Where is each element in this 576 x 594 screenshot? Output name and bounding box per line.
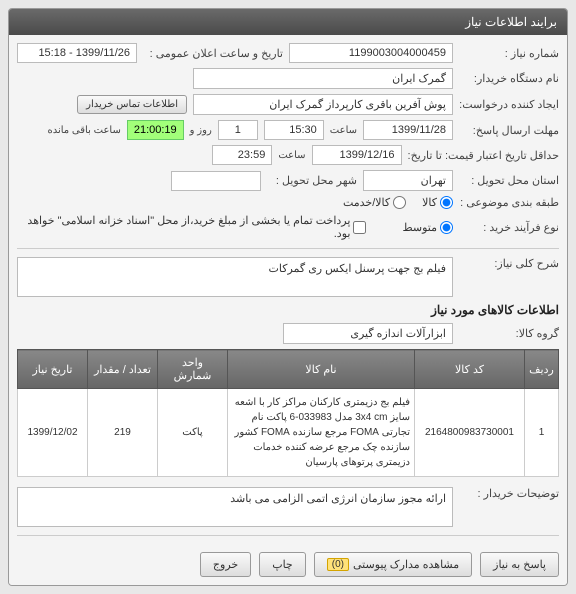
radio-medium[interactable]: متوسط [402,221,453,234]
th-code: کد کالا [415,350,525,389]
td-row: 1 [525,389,559,477]
radio-goods-input[interactable] [440,196,453,209]
exit-button-label: خروج [213,558,238,571]
buyer-org-field: گمرک ایران [193,68,453,89]
deliver-city-field [171,171,261,191]
deliver-prov-field: تهران [363,170,453,191]
validity-time-field: 23:59 [212,145,272,165]
budget-label: طبقه بندی موضوعی : [459,196,559,209]
th-date: تاریخ نیاز [18,350,88,389]
radio-medium-label: متوسط [402,221,437,234]
items-table: ردیف کد کالا نام کالا واحد شمارش تعداد /… [17,349,559,477]
checkbox-paynote-label: پرداخت تمام یا بخشی از مبلغ خرید،از محل … [27,214,350,240]
footer-buttons: پاسخ به نیاز مشاهده مدارک پیوستی (0) چاپ… [17,544,559,577]
buyer-notes-textarea[interactable]: ارائه مجوز سازمان انرژی اتمی الزامی می ب… [17,487,453,527]
validity-label: حداقل تاریخ اعتبار قیمت: تا تاریخ: [408,149,559,162]
td-code: 2164800983730001 [415,389,525,477]
checkbox-paynote[interactable]: پرداخت تمام یا بخشی از مبلغ خرید،از محل … [27,214,366,240]
main-panel: برایند اطلاعات نیاز شماره نیاز : 1199003… [8,8,568,586]
announce-field: 1399/11/26 - 15:18 [17,43,137,63]
days-remain-field: 1 [218,120,258,140]
buyer-org-label: نام دستگاه خریدار: [459,72,559,85]
radio-goods-label: کالا [422,196,437,209]
countdown-timer: 21:00:19 [127,120,184,140]
validity-date-field: 1399/12/16 [312,145,402,165]
buyer-notes-label: توضیحات خریدار : [459,487,559,500]
attachments-count-badge: (0) [327,558,349,571]
table-header-row: ردیف کد کالا نام کالا واحد شمارش تعداد /… [18,350,559,389]
td-qty: 219 [88,389,158,477]
time-label-1: ساعت [330,125,357,136]
deadline-date-field: 1399/11/28 [363,120,453,140]
th-row: ردیف [525,350,559,389]
req-no-field: 1199003004000459 [289,43,453,63]
answer-button[interactable]: پاسخ به نیاز [480,552,559,577]
group-field: ابزارآلات اندازه گیری [283,323,453,344]
panel-title: برایند اطلاعات نیاز [9,9,567,35]
td-unit: پاکت [158,389,228,477]
attachments-button-label: مشاهده مدارک پیوستی [353,558,459,571]
print-button[interactable]: چاپ [259,552,306,577]
deliver-city-label: شهر محل تحویل : [267,174,357,187]
th-name: نام کالا [228,350,415,389]
creator-label: ایجاد کننده درخواست: [459,98,559,111]
deliver-prov-label: استان محل تحویل : [459,174,559,187]
radio-service-input[interactable] [393,196,406,209]
summary-textarea[interactable]: فیلم بج جهت پرسنل ایکس ری گمرکات [17,257,453,297]
td-name: فیلم بج دزیمتری کارکنان مراکز کار با اشع… [228,389,415,477]
req-no-label: شماره نیاز : [459,47,559,60]
proc-type-label: نوع فرآیند خرید : [459,221,559,234]
time-label-2: ساعت [278,150,305,161]
checkbox-paynote-input[interactable] [353,221,366,234]
announce-label: تاریخ و ساعت اعلان عمومی : [143,47,283,60]
radio-goods[interactable]: کالا [422,196,453,209]
timer-label: ساعت باقی مانده [47,125,120,136]
contact-button[interactable]: اطلاعات تماس خریدار [77,95,187,114]
th-qty: تعداد / مقدار [88,350,158,389]
items-section-title: اطلاعات کالاهای مورد نیاز [17,303,559,317]
answer-button-label: پاسخ به نیاز [493,558,546,571]
radio-medium-input[interactable] [440,221,453,234]
exit-button[interactable]: خروج [200,552,251,577]
table-row[interactable]: 1 2164800983730001 فیلم بج دزیمتری کارکن… [18,389,559,477]
group-label: گروه کالا: [459,327,559,340]
th-unit: واحد شمارش [158,350,228,389]
print-button-label: چاپ [272,558,293,571]
attachments-button[interactable]: مشاهده مدارک پیوستی (0) [314,552,472,577]
summary-label: شرح کلی نیاز: [459,257,559,270]
deadline-label: مهلت ارسال پاسخ: [459,124,559,137]
radio-service-label: کالا/خدمت [343,196,390,209]
deadline-time-field: 15:30 [264,120,324,140]
radio-service[interactable]: کالا/خدمت [343,196,406,209]
td-date: 1399/12/02 [18,389,88,477]
creator-field: پوش آفرین باقری کارپرداز گمرک ایران [193,94,453,115]
panel-body: شماره نیاز : 1199003004000459 تاریخ و سا… [9,35,567,585]
days-label: روز و [190,125,212,136]
